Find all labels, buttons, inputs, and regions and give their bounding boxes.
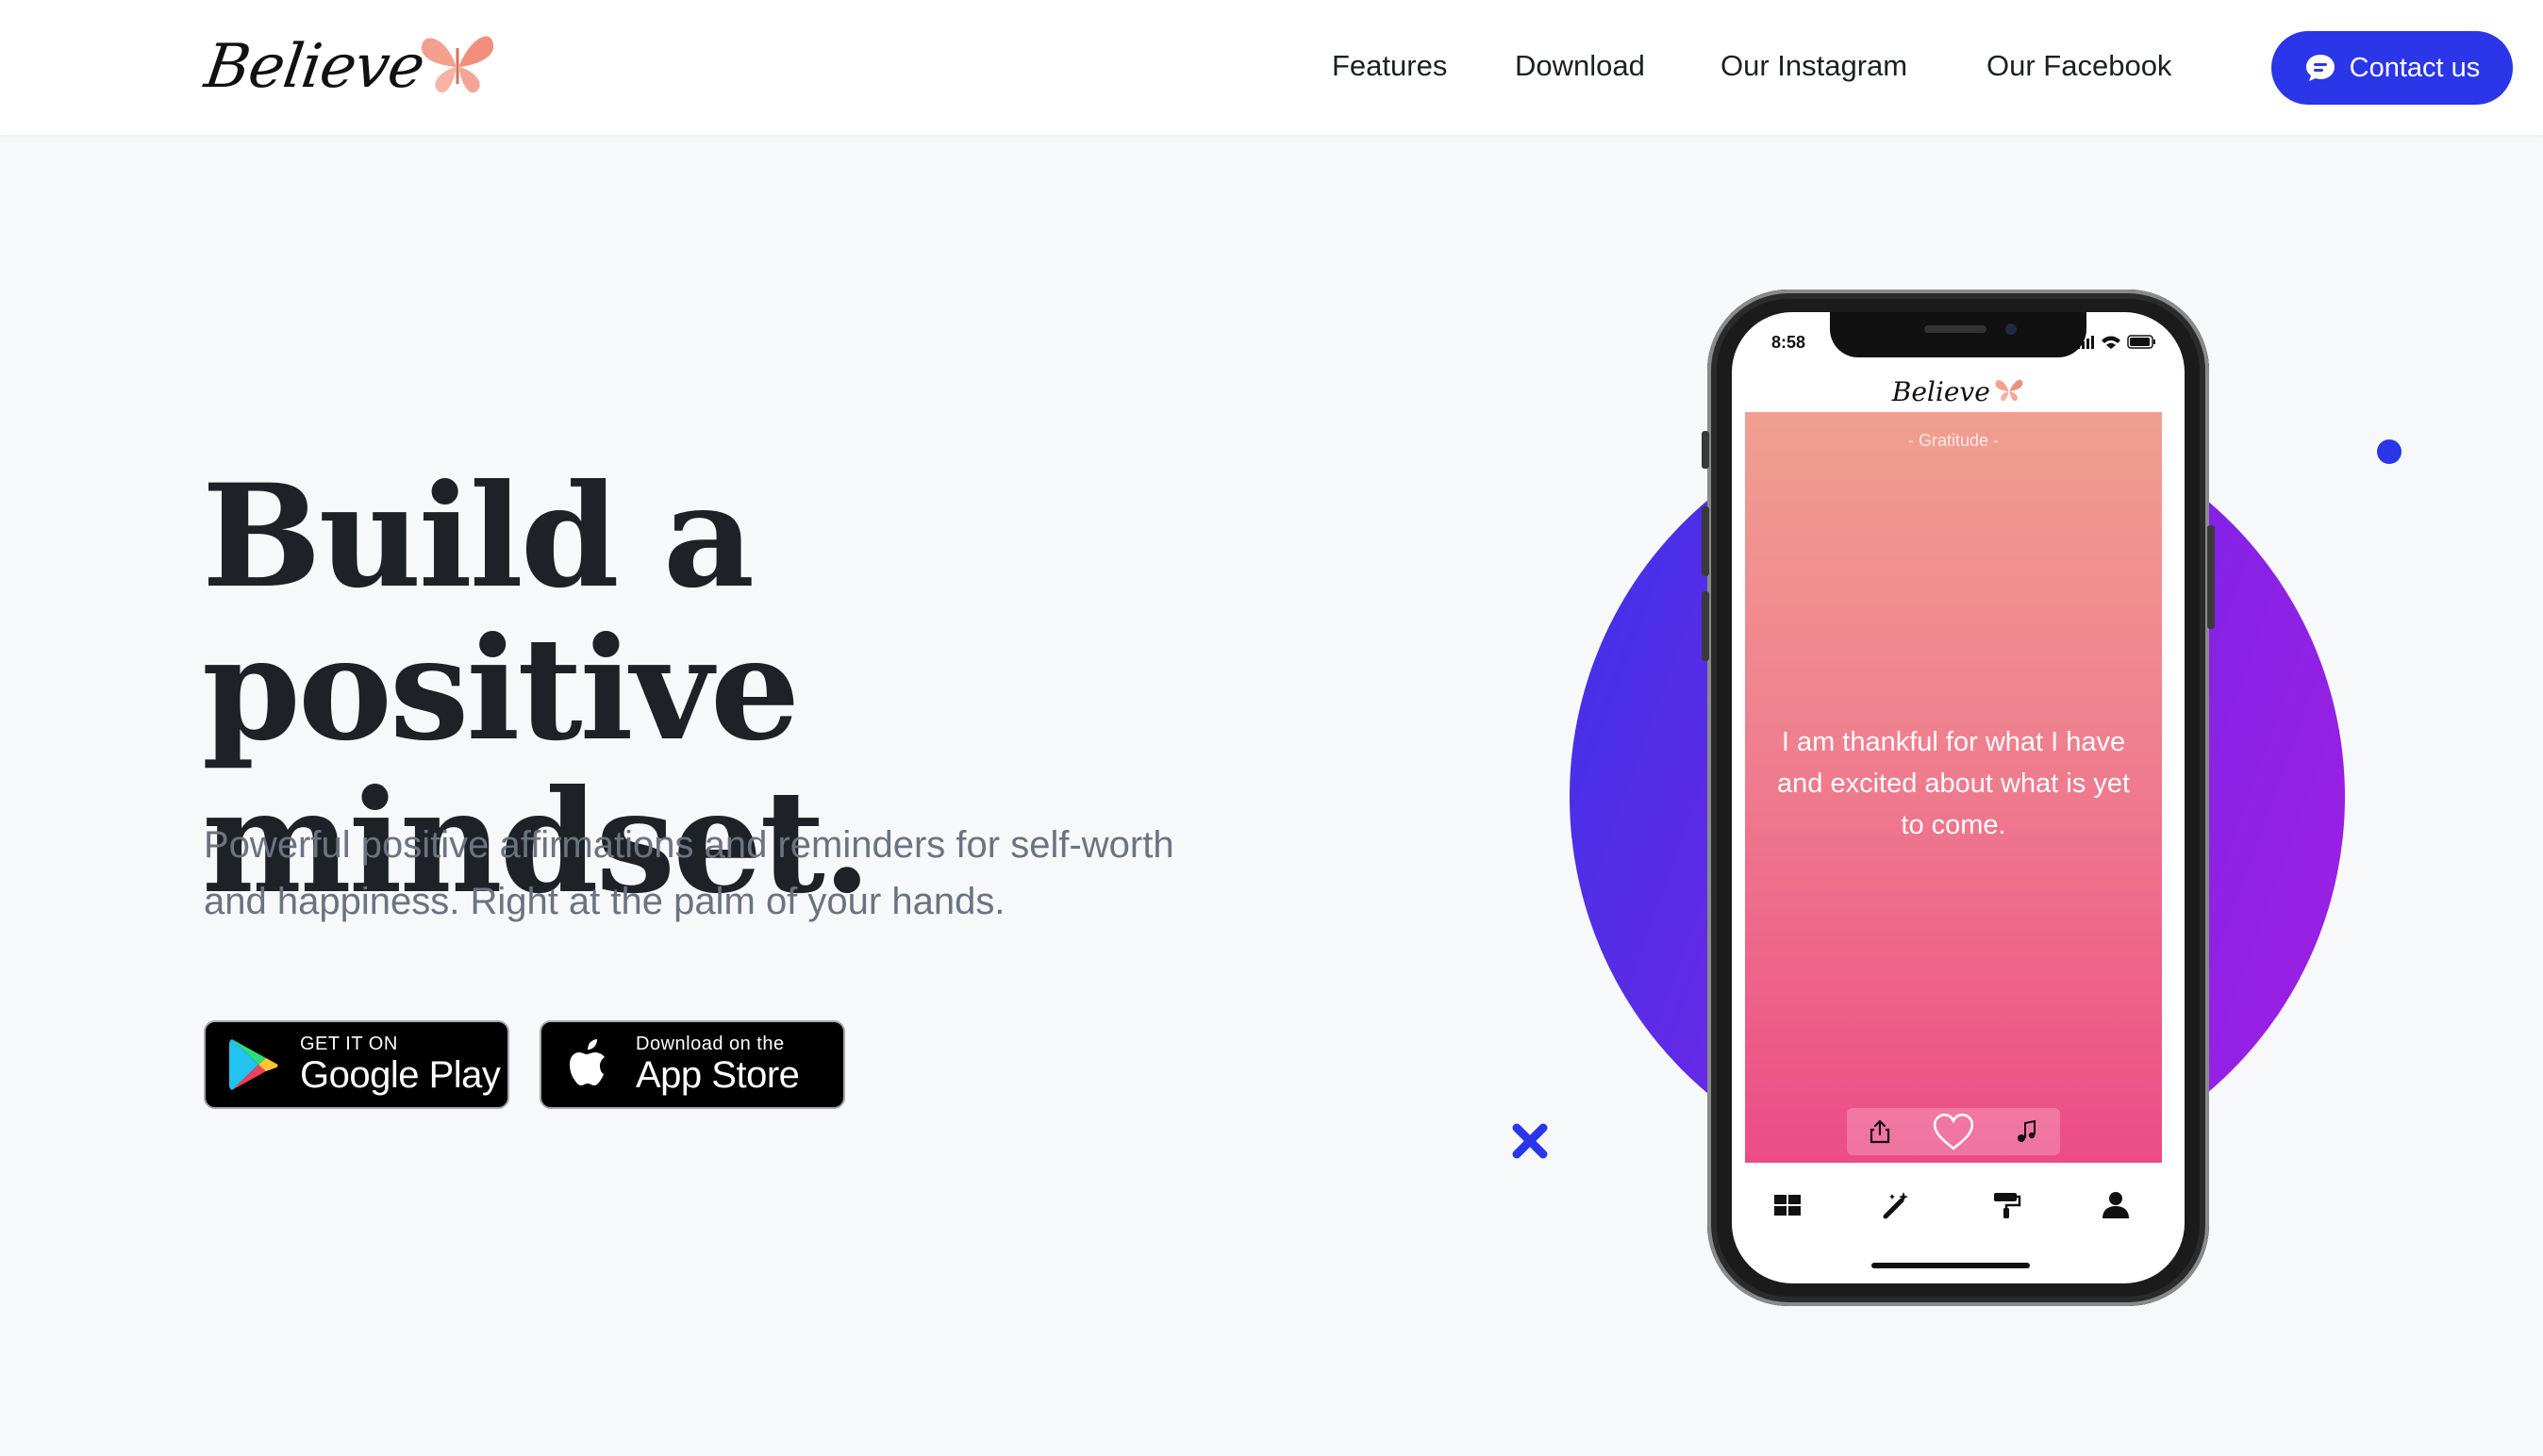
status-icons	[2077, 335, 2155, 349]
share-icon[interactable]	[1867, 1118, 1893, 1145]
home-indicator	[1871, 1263, 2030, 1268]
paint-roller-icon[interactable]	[1990, 1189, 2022, 1221]
hero-subtitle: Powerful positive affirmations and remin…	[204, 817, 1288, 930]
butterfly-icon	[1995, 379, 2023, 402]
phone-screen: 8:58 Believe - Gratitude - I am thankful…	[1732, 312, 2185, 1283]
app-tab-bar	[1732, 1176, 2185, 1233]
butterfly-icon	[421, 36, 493, 93]
nav-link-download[interactable]: Download	[1515, 49, 1645, 83]
contact-us-label: Contact us	[2349, 52, 2481, 83]
phone-power-button	[2207, 525, 2215, 629]
chat-bubble-icon	[2305, 55, 2335, 81]
hero-subtitle-line2: and happiness. Right at the palm of your…	[204, 881, 1006, 922]
magic-wand-icon[interactable]	[1881, 1189, 1913, 1221]
heart-icon[interactable]	[1932, 1112, 1975, 1151]
app-store-badge[interactable]: Download on the App Store	[540, 1020, 845, 1109]
hero-subtitle-line1: Powerful positive affirmations and remin…	[204, 824, 1174, 866]
card-action-bar	[1847, 1108, 2060, 1155]
nav-link-features[interactable]: Features	[1332, 49, 1447, 83]
phone-mockup: 8:58 Believe - Gratitude - I am thankful…	[1702, 290, 2215, 1306]
google-play-icon	[229, 1039, 278, 1090]
google-play-badge[interactable]: GET IT ON Google Play	[204, 1020, 509, 1109]
brand-logo[interactable]: Believe	[201, 25, 497, 109]
nav-link-instagram[interactable]: Our Instagram	[1720, 49, 1907, 83]
dot-decoration	[2377, 439, 2402, 464]
phone-mute-switch	[1702, 431, 1709, 469]
google-badge-small-text: GET IT ON	[300, 1034, 398, 1054]
nav-link-facebook[interactable]: Our Facebook	[1986, 49, 2171, 83]
phone-volume-down	[1702, 591, 1709, 661]
google-badge-large-text: Google Play	[300, 1054, 501, 1096]
affirmation-quote: I am thankful for what I have and excite…	[1777, 727, 2131, 840]
apple-badge-large-text: App Store	[636, 1054, 800, 1096]
status-time: 8:58	[1771, 333, 1806, 352]
apple-badge-small-text: Download on the	[636, 1034, 785, 1054]
phone-volume-up	[1702, 506, 1709, 576]
notch-speaker	[1924, 325, 1986, 333]
music-note-icon[interactable]	[2014, 1118, 2040, 1145]
affirmation-card[interactable]: - Gratitude - I am thankful for what I h…	[1745, 412, 2162, 1163]
navbar: Believe Features Download Our Instagram …	[0, 0, 2543, 135]
user-icon[interactable]	[2100, 1189, 2132, 1221]
phone-notch	[1830, 312, 2086, 357]
app-logo: Believe	[1732, 376, 2185, 414]
contact-us-button[interactable]: Contact us	[2271, 31, 2513, 105]
grid-icon[interactable]	[1771, 1189, 1803, 1221]
notch-camera	[2005, 323, 2017, 335]
brand-name: Believe	[200, 32, 428, 102]
x-mark-decoration	[1512, 1123, 1548, 1159]
apple-icon	[570, 1039, 605, 1085]
affirmation-category: - Gratitude -	[1907, 431, 2000, 450]
app-brand-name: Believe	[1891, 376, 1990, 407]
hero-headline-line1: Build a positive	[202, 454, 800, 772]
